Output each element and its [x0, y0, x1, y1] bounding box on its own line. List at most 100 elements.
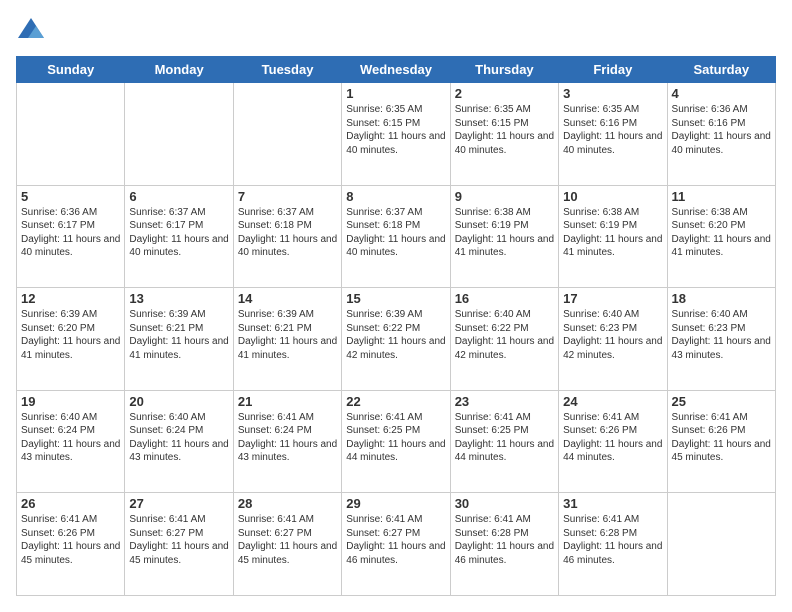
weekday-header-saturday: Saturday [667, 57, 775, 83]
calendar-cell: 25 Sunrise: 6:41 AM Sunset: 6:26 PM Dayli… [667, 390, 775, 493]
logo-icon [16, 16, 46, 46]
day-number: 9 [455, 189, 554, 204]
day-number: 27 [129, 496, 228, 511]
calendar-cell: 14 Sunrise: 6:39 AM Sunset: 6:21 PM Dayli… [233, 288, 341, 391]
day-info: Sunrise: 6:41 AM Sunset: 6:27 PM Dayligh… [129, 513, 228, 567]
day-number: 3 [563, 86, 662, 101]
day-number: 31 [563, 496, 662, 511]
day-info: Sunrise: 6:41 AM Sunset: 6:25 PM Dayligh… [346, 411, 445, 465]
calendar-cell: 22 Sunrise: 6:41 AM Sunset: 6:25 PM Dayli… [342, 390, 450, 493]
calendar-cell [667, 493, 775, 596]
page: SundayMondayTuesdayWednesdayThursdayFrid… [0, 0, 792, 612]
day-info: Sunrise: 6:39 AM Sunset: 6:21 PM Dayligh… [238, 308, 337, 362]
calendar-cell: 3 Sunrise: 6:35 AM Sunset: 6:16 PM Daylig… [559, 83, 667, 186]
day-info: Sunrise: 6:39 AM Sunset: 6:22 PM Dayligh… [346, 308, 445, 362]
calendar-table: SundayMondayTuesdayWednesdayThursdayFrid… [16, 56, 776, 596]
calendar-cell: 6Sunrise: 6:37 AM Sunset: 6:17 PM Daylig… [125, 185, 233, 288]
calendar-cell: 13 Sunrise: 6:39 AM Sunset: 6:21 PM Dayli… [125, 288, 233, 391]
day-info: Sunrise: 6:36 AM Sunset: 6:16 PM Dayligh… [672, 103, 771, 157]
day-number: 22 [346, 394, 445, 409]
day-info: Sunrise: 6:39 AM Sunset: 6:21 PM Dayligh… [129, 308, 228, 362]
day-info: Sunrise: 6:41 AM Sunset: 6:27 PM Dayligh… [238, 513, 337, 567]
calendar-cell: 23 Sunrise: 6:41 AM Sunset: 6:25 PM Dayli… [450, 390, 558, 493]
calendar-cell: 11Sunrise: 6:38 AM Sunset: 6:20 PM Dayli… [667, 185, 775, 288]
day-number: 12 [21, 291, 120, 306]
day-number: 15 [346, 291, 445, 306]
day-number: 14 [238, 291, 337, 306]
day-info: Sunrise: 6:37 AM Sunset: 6:18 PM Dayligh… [238, 206, 337, 260]
calendar-cell: 4Sunrise: 6:36 AM Sunset: 6:16 PM Daylig… [667, 83, 775, 186]
calendar-cell: 7Sunrise: 6:37 AM Sunset: 6:18 PM Daylig… [233, 185, 341, 288]
day-number: 29 [346, 496, 445, 511]
day-info: Sunrise: 6:41 AM Sunset: 6:26 PM Dayligh… [672, 411, 771, 465]
day-number: 21 [238, 394, 337, 409]
day-number: 16 [455, 291, 554, 306]
day-info: Sunrise: 6:38 AM Sunset: 6:20 PM Dayligh… [672, 206, 771, 260]
calendar-cell: 5 Sunrise: 6:36 AM Sunset: 6:17 PM Daylig… [17, 185, 125, 288]
header [16, 16, 776, 46]
weekday-header-thursday: Thursday [450, 57, 558, 83]
day-number: 2 [455, 86, 554, 101]
weekday-header-row: SundayMondayTuesdayWednesdayThursdayFrid… [17, 57, 776, 83]
day-info: Sunrise: 6:35 AM Sunset: 6:16 PM Dayligh… [563, 103, 662, 157]
day-info: Sunrise: 6:41 AM Sunset: 6:28 PM Dayligh… [455, 513, 554, 567]
day-number: 23 [455, 394, 554, 409]
day-number: 5 [21, 189, 120, 204]
calendar-cell: 29 Sunrise: 6:41 AM Sunset: 6:27 PM Dayli… [342, 493, 450, 596]
day-info: Sunrise: 6:41 AM Sunset: 6:26 PM Dayligh… [563, 411, 662, 465]
calendar-week-0: 1 Sunrise: 6:35 AM Sunset: 6:15 PM Daylig… [17, 83, 776, 186]
day-number: 26 [21, 496, 120, 511]
calendar-cell: 24Sunrise: 6:41 AM Sunset: 6:26 PM Dayli… [559, 390, 667, 493]
calendar-cell: 28Sunrise: 6:41 AM Sunset: 6:27 PM Dayli… [233, 493, 341, 596]
calendar-cell: 27 Sunrise: 6:41 AM Sunset: 6:27 PM Dayli… [125, 493, 233, 596]
calendar-cell: 16 Sunrise: 6:40 AM Sunset: 6:22 PM Dayli… [450, 288, 558, 391]
day-info: Sunrise: 6:37 AM Sunset: 6:17 PM Dayligh… [129, 206, 228, 260]
calendar-cell [233, 83, 341, 186]
calendar-cell [125, 83, 233, 186]
day-number: 13 [129, 291, 228, 306]
calendar-cell: 8Sunrise: 6:37 AM Sunset: 6:18 PM Daylig… [342, 185, 450, 288]
day-number: 17 [563, 291, 662, 306]
calendar-cell: 31Sunrise: 6:41 AM Sunset: 6:28 PM Dayli… [559, 493, 667, 596]
day-info: Sunrise: 6:38 AM Sunset: 6:19 PM Dayligh… [455, 206, 554, 260]
calendar-cell: 19 Sunrise: 6:40 AM Sunset: 6:24 PM Dayli… [17, 390, 125, 493]
day-info: Sunrise: 6:40 AM Sunset: 6:24 PM Dayligh… [21, 411, 120, 465]
day-info: Sunrise: 6:35 AM Sunset: 6:15 PM Dayligh… [346, 103, 445, 157]
calendar-week-3: 19 Sunrise: 6:40 AM Sunset: 6:24 PM Dayli… [17, 390, 776, 493]
day-info: Sunrise: 6:39 AM Sunset: 6:20 PM Dayligh… [21, 308, 120, 362]
day-number: 1 [346, 86, 445, 101]
calendar-cell: 18 Sunrise: 6:40 AM Sunset: 6:23 PM Dayli… [667, 288, 775, 391]
calendar-cell [17, 83, 125, 186]
day-info: Sunrise: 6:40 AM Sunset: 6:23 PM Dayligh… [672, 308, 771, 362]
weekday-header-sunday: Sunday [17, 57, 125, 83]
day-info: Sunrise: 6:41 AM Sunset: 6:27 PM Dayligh… [346, 513, 445, 567]
day-info: Sunrise: 6:36 AM Sunset: 6:17 PM Dayligh… [21, 206, 120, 260]
day-number: 10 [563, 189, 662, 204]
day-info: Sunrise: 6:40 AM Sunset: 6:24 PM Dayligh… [129, 411, 228, 465]
calendar-cell: 1 Sunrise: 6:35 AM Sunset: 6:15 PM Daylig… [342, 83, 450, 186]
day-number: 18 [672, 291, 771, 306]
day-number: 19 [21, 394, 120, 409]
day-info: Sunrise: 6:40 AM Sunset: 6:22 PM Dayligh… [455, 308, 554, 362]
day-number: 20 [129, 394, 228, 409]
calendar-cell: 21 Sunrise: 6:41 AM Sunset: 6:24 PM Dayli… [233, 390, 341, 493]
day-number: 25 [672, 394, 771, 409]
weekday-header-wednesday: Wednesday [342, 57, 450, 83]
day-info: Sunrise: 6:41 AM Sunset: 6:24 PM Dayligh… [238, 411, 337, 465]
calendar-cell: 20 Sunrise: 6:40 AM Sunset: 6:24 PM Dayli… [125, 390, 233, 493]
calendar-cell: 30 Sunrise: 6:41 AM Sunset: 6:28 PM Dayli… [450, 493, 558, 596]
day-info: Sunrise: 6:37 AM Sunset: 6:18 PM Dayligh… [346, 206, 445, 260]
calendar-week-2: 12 Sunrise: 6:39 AM Sunset: 6:20 PM Dayli… [17, 288, 776, 391]
calendar-cell: 17Sunrise: 6:40 AM Sunset: 6:23 PM Dayli… [559, 288, 667, 391]
calendar-cell: 15 Sunrise: 6:39 AM Sunset: 6:22 PM Dayli… [342, 288, 450, 391]
day-number: 30 [455, 496, 554, 511]
calendar-cell: 12 Sunrise: 6:39 AM Sunset: 6:20 PM Dayli… [17, 288, 125, 391]
day-info: Sunrise: 6:35 AM Sunset: 6:15 PM Dayligh… [455, 103, 554, 157]
calendar-week-1: 5 Sunrise: 6:36 AM Sunset: 6:17 PM Daylig… [17, 185, 776, 288]
calendar-cell: 26Sunrise: 6:41 AM Sunset: 6:26 PM Dayli… [17, 493, 125, 596]
day-info: Sunrise: 6:41 AM Sunset: 6:25 PM Dayligh… [455, 411, 554, 465]
logo [16, 16, 50, 46]
day-info: Sunrise: 6:38 AM Sunset: 6:19 PM Dayligh… [563, 206, 662, 260]
weekday-header-monday: Monday [125, 57, 233, 83]
weekday-header-friday: Friday [559, 57, 667, 83]
